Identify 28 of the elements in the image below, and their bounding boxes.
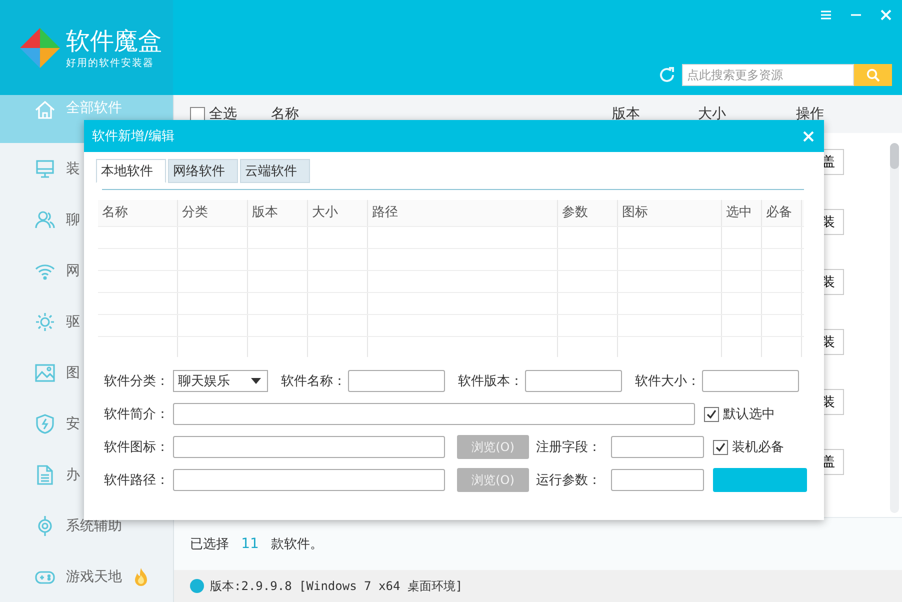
- column-header: 必备: [762, 200, 802, 226]
- selection-summary: 已选择 11 款软件。: [190, 535, 324, 553]
- column-header: 分类: [178, 200, 248, 226]
- column-header: 选中: [722, 200, 762, 226]
- column-header: 名称: [271, 105, 299, 123]
- column-header: 路径: [368, 200, 558, 226]
- field-label: 软件路径：: [104, 472, 170, 489]
- column-header: 大小: [308, 200, 368, 226]
- field-label: 软件分类：: [104, 373, 170, 390]
- field-label: 软件简介：: [104, 406, 170, 423]
- field-label: 运行参数：: [536, 472, 602, 489]
- dialog-title: 软件新增/编辑: [92, 128, 174, 145]
- column-header: 参数: [558, 200, 618, 226]
- column-header: 名称: [98, 200, 178, 226]
- column-header: 版本: [248, 200, 308, 226]
- field-label: 软件名称：: [280, 373, 347, 390]
- column-header: 版本: [612, 105, 640, 123]
- column-header: 图标: [618, 200, 722, 226]
- app-subtitle: 好用的软件安装器: [66, 56, 155, 70]
- column-header: 大小: [698, 105, 726, 123]
- column-header: 操作: [796, 105, 824, 123]
- app-title: 软件魔盒: [66, 26, 162, 56]
- field-label: 软件版本：: [457, 373, 524, 390]
- version-text: 版本:2.9.9.8 [Windows 7 x64 桌面环境]: [210, 578, 463, 594]
- field-label: 软件图标：: [104, 439, 170, 456]
- column-header: 全选: [209, 105, 237, 123]
- field-label: 软件大小：: [634, 373, 701, 390]
- field-label: 注册字段：: [536, 439, 602, 456]
